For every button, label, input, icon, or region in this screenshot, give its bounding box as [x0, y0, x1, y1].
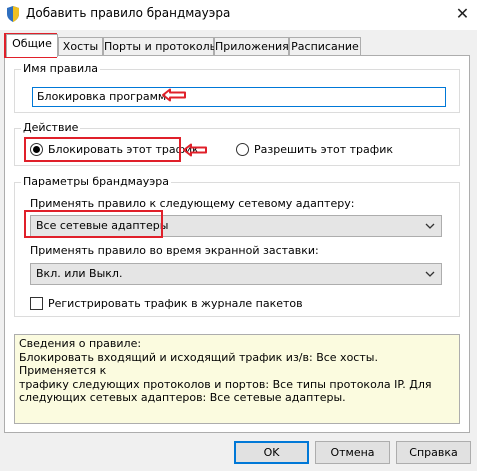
chevron-down-icon	[425, 223, 435, 229]
allow-traffic-radio[interactable]: Разрешить этот трафик	[236, 143, 393, 156]
log-traffic-label: Регистрировать трафик в журнале пакетов	[48, 297, 303, 310]
tab-applications[interactable]: Приложения	[214, 37, 289, 56]
info-line: Блокировать входящий и исходящий трафик …	[19, 350, 378, 378]
adapter-label: Применять правило к следующему сетевому …	[30, 197, 355, 210]
info-line: следующих сетевых адаптеров: Все сетевые…	[19, 391, 346, 404]
tab-ports-protocols[interactable]: Порты и протоколы	[103, 37, 218, 56]
ok-button[interactable]: OK	[234, 441, 309, 464]
tab-hosts[interactable]: Хосты	[58, 37, 103, 56]
block-traffic-radio[interactable]: Блокировать этот трафик	[30, 143, 199, 156]
firewall-params-group: Параметры брандмауэра Применять правило …	[14, 175, 460, 317]
screensaver-label: Применять правило во время экранной заст…	[30, 244, 319, 257]
window-title: Добавить правило брандмауэра	[26, 6, 231, 20]
rule-info-box: Сведения о правиле: Блокировать входящий…	[14, 334, 460, 424]
tab-strip: Общие Хосты Порты и протоколы Приложения…	[4, 34, 464, 57]
radio-checked-icon	[30, 143, 43, 156]
help-button[interactable]: Справка	[396, 441, 471, 464]
action-group: Действие Блокировать этот трафик Разреши…	[14, 121, 460, 166]
tab-label: Порты и протоколы	[104, 40, 219, 53]
firewall-params-legend: Параметры брандмауэра	[21, 175, 171, 188]
rule-name-value: Блокировка программ	[37, 90, 167, 103]
close-button[interactable]: ✕	[448, 0, 477, 30]
screensaver-select-value: Вкл. или Выкл.	[36, 267, 123, 280]
info-line: трафику следующих протоколов и портов: В…	[19, 377, 432, 391]
tab-panel-general: Имя правила Блокировка программ Действие…	[4, 55, 470, 433]
adapter-select[interactable]: Все сетевые адаптеры	[30, 215, 442, 237]
cancel-button[interactable]: Отмена	[315, 441, 390, 464]
rule-name-group: Имя правила Блокировка программ	[14, 62, 460, 113]
tab-schedule[interactable]: Расписание	[289, 37, 361, 56]
tab-label: Общие	[12, 37, 52, 50]
log-traffic-checkbox[interactable]: Регистрировать трафик в журнале пакетов	[30, 297, 303, 310]
close-icon: ✕	[455, 4, 470, 23]
screensaver-select[interactable]: Вкл. или Выкл.	[30, 263, 442, 285]
tab-label: Приложения	[215, 40, 289, 53]
rule-name-input[interactable]: Блокировка программ	[32, 87, 446, 107]
info-line: Сведения о правиле:	[19, 337, 142, 350]
tab-label: Расписание	[291, 40, 359, 53]
shield-icon	[7, 6, 19, 22]
radio-unchecked-icon	[236, 143, 249, 156]
tab-general[interactable]: Общие	[6, 34, 58, 57]
allow-traffic-label: Разрешить этот трафик	[254, 143, 393, 156]
checkbox-unchecked-icon	[30, 297, 43, 310]
tab-label: Хосты	[62, 40, 99, 53]
title-bar: Добавить правило брандмауэра ✕	[0, 0, 477, 30]
adapter-select-value: Все сетевые адаптеры	[36, 219, 169, 232]
firewall-rule-dialog: Добавить правило брандмауэра ✕ Общие Хос…	[0, 0, 477, 471]
block-traffic-label: Блокировать этот трафик	[48, 143, 199, 156]
chevron-down-icon	[425, 271, 435, 277]
action-legend: Действие	[21, 121, 81, 134]
rule-name-legend: Имя правила	[21, 62, 100, 75]
